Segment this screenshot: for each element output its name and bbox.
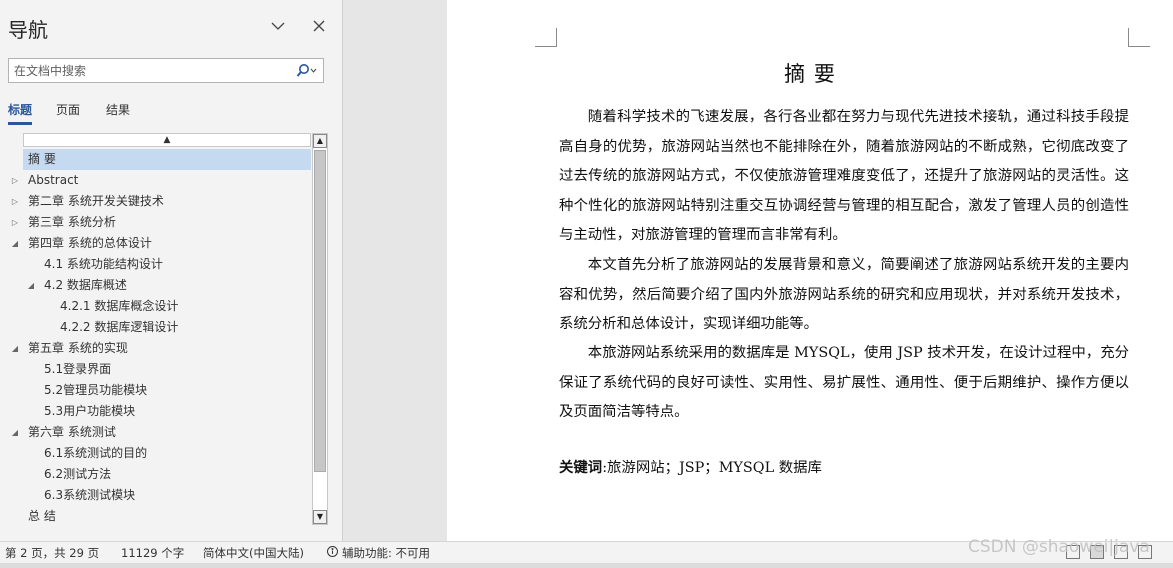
heading-item[interactable]: 6.3系统测试模块 (5, 485, 311, 506)
document-heading: 摘 要 (784, 62, 836, 86)
scrollbar-thumb[interactable] (314, 150, 326, 472)
page-count[interactable]: 第 2 页，共 29 页 (5, 545, 99, 561)
heading-item[interactable]: 6.1系统测试的目的 (5, 443, 311, 464)
heading-label: 5.2管理员功能模块 (44, 383, 148, 397)
expand-arrow-icon[interactable]: ◢ (9, 233, 21, 254)
heading-item[interactable]: 5.3用户功能模块 (5, 401, 311, 422)
heading-tree: ▲ 摘 要 ▷ Abstract ▷ 第二章 系统开发关键技术 ▷ 第三章 系统分析 ◢ 第四章… (5, 131, 328, 525)
heading-label: 第五章 系统的实现 (28, 341, 128, 355)
tab-results[interactable]: 结果 (106, 101, 130, 118)
crop-mark-top-left (535, 28, 557, 47)
keywords-line: 关键词:旅游网站；JSP；MYSQL 数据库 (559, 456, 822, 477)
heading-label: 第四章 系统的总体设计 (28, 236, 152, 250)
heading-label: 5.1登录界面 (44, 362, 112, 376)
keywords-value: :旅游网站；JSP；MYSQL 数据库 (602, 460, 822, 476)
nav-pane-title: 导航 (8, 18, 48, 42)
focus-view-icon[interactable] (1066, 545, 1080, 559)
crop-mark-top-right (1128, 28, 1150, 47)
chevron-down-icon[interactable] (266, 14, 290, 38)
heading-label: 6.2测试方法 (44, 467, 112, 481)
heading-label: 6.3系统测试模块 (44, 488, 136, 502)
heading-label: 4.2 数据库概述 (44, 278, 127, 292)
tab-pages[interactable]: 页面 (56, 101, 80, 118)
word-count[interactable]: 11129 个字 (121, 545, 184, 561)
heading-label: 摘 要 (28, 152, 56, 166)
search-box (8, 58, 324, 83)
vertical-scrollbar[interactable]: ▲ ▼ (312, 133, 328, 525)
collapse-all-icon[interactable]: ▲ (23, 133, 311, 147)
tab-headings[interactable]: 标题 (8, 101, 33, 125)
accessibility-status[interactable]: 辅助功能: 不可用 (342, 545, 430, 561)
heading-item[interactable]: 4.2.2 数据库逻辑设计 (5, 317, 311, 338)
keywords-label: 关键词 (559, 459, 603, 476)
close-icon[interactable] (307, 14, 331, 38)
heading-label: Abstract (28, 173, 79, 187)
expand-arrow-icon[interactable]: ◢ (9, 422, 21, 443)
heading-item[interactable]: ▷ 第二章 系统开发关键技术 (5, 191, 311, 212)
heading-label: 4.2.2 数据库逻辑设计 (60, 320, 179, 334)
heading-item[interactable]: ▷ Abstract (5, 170, 311, 191)
status-bar: 第 2 页，共 29 页 11129 个字 简体中文(中国大陆) 辅助功能: 不… (0, 541, 1173, 563)
heading-item[interactable]: ◢ 4.2 数据库概述 (5, 275, 311, 296)
abstract-paragraph: 本旅游网站系统采用的数据库是 MYSQL，使用 JSP 技术开发，在设计过程中，… (559, 345, 1129, 420)
heading-item[interactable]: ◢ 第五章 系统的实现 (5, 338, 311, 359)
accessibility-icon[interactable] (326, 545, 340, 561)
heading-label: 第三章 系统分析 (28, 215, 116, 229)
scroll-down-icon[interactable]: ▼ (313, 510, 327, 524)
heading-item[interactable]: ◢ 第六章 系统测试 (5, 422, 311, 443)
heading-label: 6.1系统测试的目的 (44, 446, 148, 460)
collapsed-arrow-icon[interactable]: ▷ (9, 212, 21, 233)
view-buttons (1066, 545, 1166, 561)
heading-item[interactable]: 总 结 (5, 506, 311, 525)
document-canvas: 摘 要 随着科学技术的飞速发展，各行各业都在努力与现代先进技术接轨，通过科技手段… (344, 0, 1173, 541)
abstract-paragraph: 本文首先分析了旅游网站的发展背景和意义，简要阐述了旅游网站系统开发的主要内容和优… (559, 257, 1129, 332)
search-icon[interactable] (295, 62, 319, 80)
heading-label: 第六章 系统测试 (28, 425, 116, 439)
heading-item[interactable]: 6.2测试方法 (5, 464, 311, 485)
heading-label: 4.1 系统功能结构设计 (44, 257, 163, 271)
language-indicator[interactable]: 简体中文(中国大陆) (203, 545, 304, 561)
heading-label: 5.3用户功能模块 (44, 404, 136, 418)
window-bottom-edge (0, 563, 1173, 568)
collapsed-arrow-icon[interactable]: ▷ (9, 170, 21, 191)
expand-arrow-icon[interactable]: ◢ (9, 338, 21, 359)
web-layout-icon[interactable] (1138, 545, 1152, 559)
word-window: 导航 标题 页面 结果 ▲ 摘 要 ▷ Abstract ▷ (0, 0, 1173, 568)
document-page[interactable]: 摘 要 随着科学技术的飞速发展，各行各业都在努力与现代先进技术接轨，通过科技手段… (447, 0, 1173, 541)
heading-item[interactable]: 5.1登录界面 (5, 359, 311, 380)
heading-item[interactable]: 4.2.1 数据库概念设计 (5, 296, 311, 317)
heading-label: 第二章 系统开发关键技术 (28, 194, 164, 208)
search-input[interactable] (14, 62, 294, 79)
expand-arrow-icon[interactable]: ◢ (25, 275, 37, 296)
heading-list: ▲ 摘 要 ▷ Abstract ▷ 第二章 系统开发关键技术 ▷ 第三章 系统分析 ◢ 第四章… (5, 131, 311, 525)
heading-item[interactable]: 4.1 系统功能结构设计 (5, 254, 311, 275)
heading-label: 总 结 (28, 509, 56, 523)
heading-item[interactable]: ▷ 第三章 系统分析 (5, 212, 311, 233)
scroll-up-icon[interactable]: ▲ (313, 134, 327, 148)
heading-label: 4.2.1 数据库概念设计 (60, 299, 179, 313)
read-mode-icon[interactable] (1090, 545, 1104, 559)
heading-item[interactable]: 摘 要 (23, 149, 311, 170)
print-layout-icon[interactable] (1114, 545, 1128, 559)
heading-item[interactable]: 5.2管理员功能模块 (5, 380, 311, 401)
collapsed-arrow-icon[interactable]: ▷ (9, 191, 21, 212)
abstract-paragraph: 随着科学技术的飞速发展，各行各业都在努力与现代先进技术接轨，通过科技手段提高自身… (559, 109, 1129, 243)
navigation-pane: 导航 标题 页面 结果 ▲ 摘 要 ▷ Abstract ▷ (0, 0, 343, 541)
heading-item[interactable]: ◢ 第四章 系统的总体设计 (5, 233, 311, 254)
